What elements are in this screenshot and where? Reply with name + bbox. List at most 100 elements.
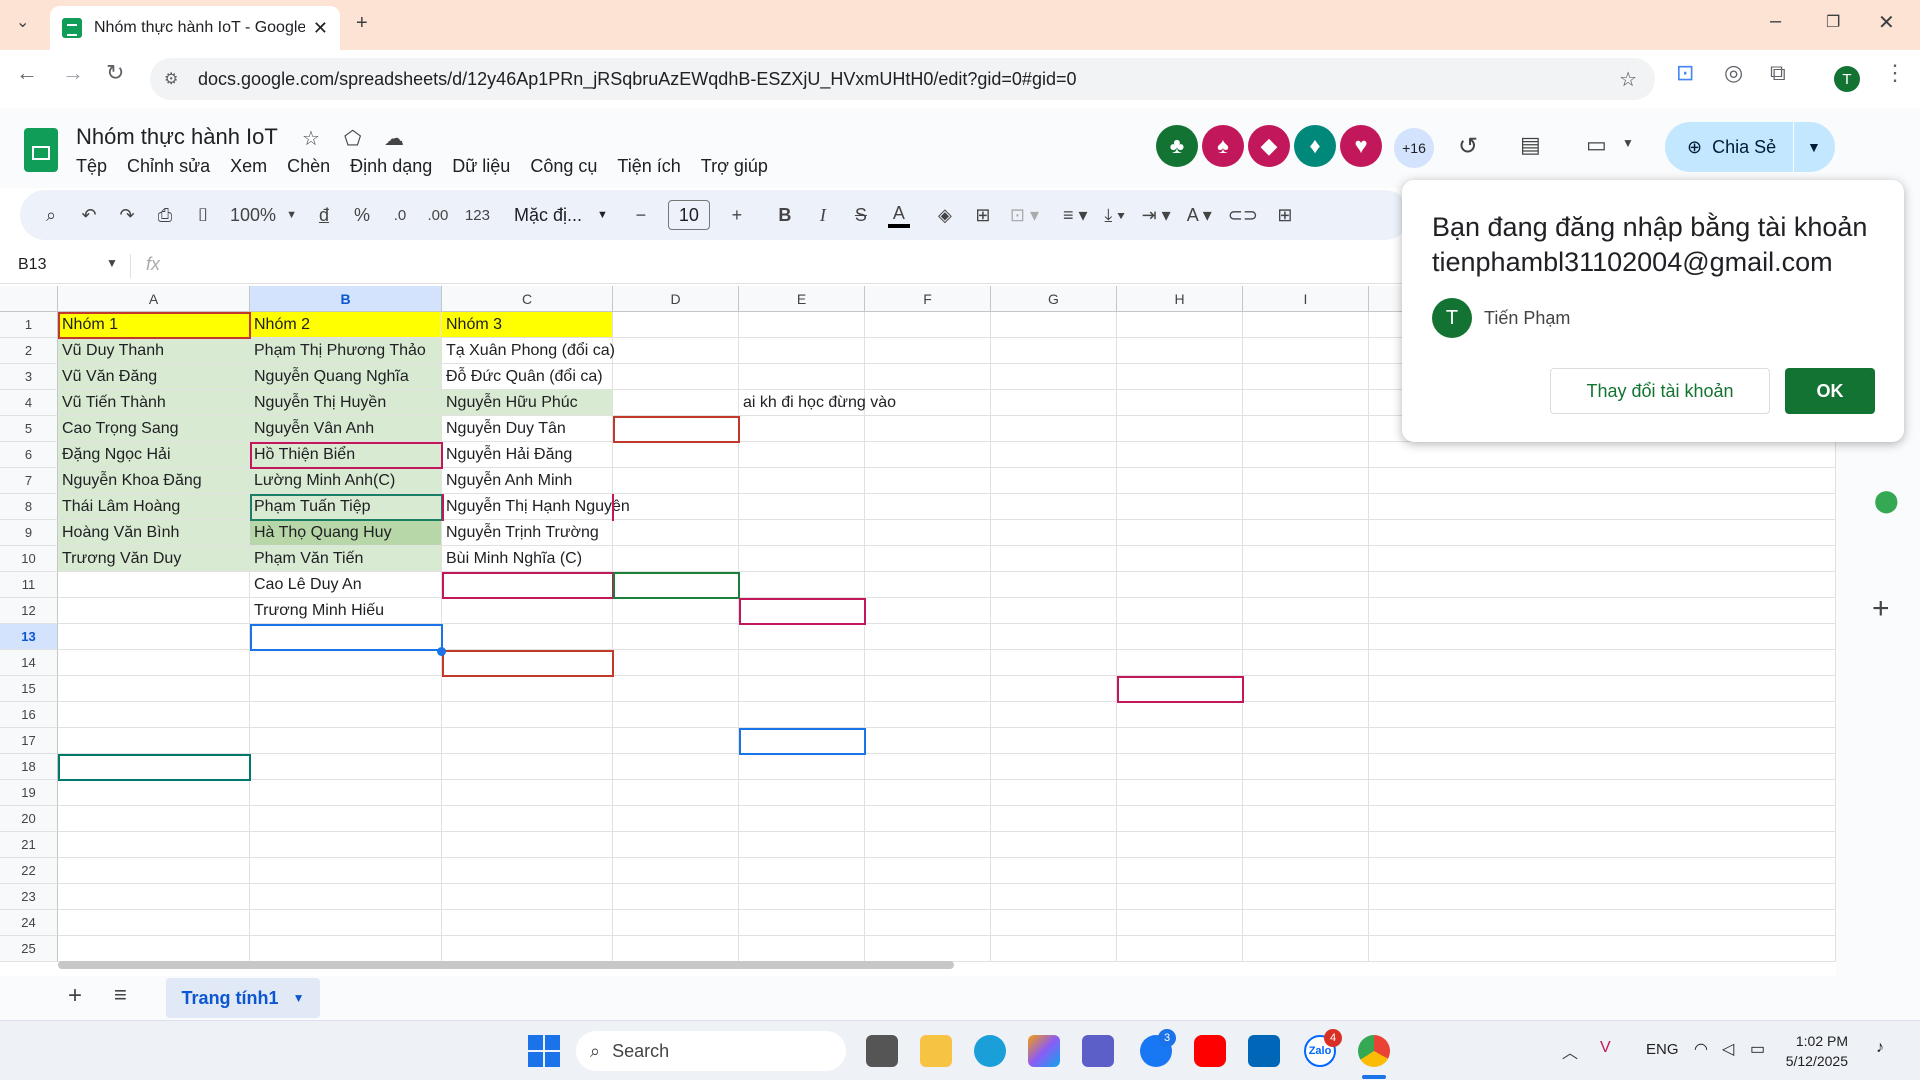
grid-cell[interactable]: [613, 910, 739, 936]
grid-cell[interactable]: [865, 624, 991, 650]
grid-cell[interactable]: [250, 728, 442, 754]
row-header[interactable]: 19: [0, 780, 58, 806]
grid-cell[interactable]: Hà Thọ Quang Huy: [250, 520, 442, 546]
menu-file[interactable]: Tệp: [76, 156, 107, 177]
grid-cell[interactable]: [991, 624, 1117, 650]
row-header[interactable]: 21: [0, 832, 58, 858]
grid-cell[interactable]: [865, 338, 991, 364]
grid-cell[interactable]: Nguyễn Vân Anh: [250, 416, 442, 442]
grid-cell[interactable]: [1117, 910, 1243, 936]
grid-cell[interactable]: [1243, 546, 1369, 572]
grid-cell[interactable]: [1369, 910, 1836, 936]
italic-icon[interactable]: I: [812, 205, 834, 226]
column-header[interactable]: B: [250, 286, 442, 312]
share-dropdown-icon[interactable]: ▼: [1807, 139, 1821, 155]
grid-cell[interactable]: [58, 910, 250, 936]
grid-cell[interactable]: Phạm Thị Phương Thảo: [250, 338, 442, 364]
grid-cell[interactable]: [1117, 416, 1243, 442]
language-indicator[interactable]: ENG: [1646, 1041, 1679, 1058]
grid-cell[interactable]: [739, 338, 865, 364]
grid-cell[interactable]: Vũ Duy Thanh: [58, 338, 250, 364]
grid-cell[interactable]: [865, 858, 991, 884]
grid-cell[interactable]: [1243, 624, 1369, 650]
extensions-puzzle-icon[interactable]: ⧉: [1770, 60, 1786, 86]
grid-cell[interactable]: [613, 598, 739, 624]
row-header[interactable]: 10: [0, 546, 58, 572]
grid-cell[interactable]: [739, 650, 865, 676]
sheets-logo[interactable]: [24, 128, 58, 172]
menu-help[interactable]: Trợ giúp: [701, 156, 768, 177]
grid-cell[interactable]: Nguyễn Quang Nghĩa: [250, 364, 442, 390]
grid-cell[interactable]: [991, 416, 1117, 442]
grid-cell[interactable]: [1243, 884, 1369, 910]
grid-cell[interactable]: [613, 832, 739, 858]
grid-cell[interactable]: [1117, 936, 1243, 962]
column-header[interactable]: C: [442, 286, 613, 312]
grid-cell[interactable]: [58, 702, 250, 728]
forward-icon[interactable]: →: [62, 60, 84, 86]
grid-cell[interactable]: [1243, 468, 1369, 494]
grid-cell[interactable]: [613, 754, 739, 780]
grid-cell[interactable]: [613, 520, 739, 546]
share-button[interactable]: ⊕ Chia Sẻ ▼: [1665, 122, 1835, 172]
grid-cell[interactable]: [865, 728, 991, 754]
grid-cell[interactable]: [1369, 858, 1836, 884]
grid-cell[interactable]: [442, 572, 613, 598]
row-header[interactable]: 4: [0, 390, 58, 416]
grid-cell[interactable]: [865, 910, 991, 936]
chevron-down-icon[interactable]: ▼: [293, 991, 305, 1005]
grid-cell[interactable]: [1243, 754, 1369, 780]
grid-cell[interactable]: [991, 312, 1117, 338]
back-icon[interactable]: ←: [16, 60, 38, 86]
task-view-icon[interactable]: [866, 1035, 898, 1067]
add-sheet-icon[interactable]: +: [68, 982, 82, 1010]
row-header[interactable]: 7: [0, 468, 58, 494]
grid-cell[interactable]: [613, 442, 739, 468]
grid-cell[interactable]: [991, 884, 1117, 910]
grid-cell[interactable]: [613, 728, 739, 754]
row-header[interactable]: 11: [0, 572, 58, 598]
collaborator-avatar[interactable]: ♥: [1340, 125, 1382, 167]
change-account-button[interactable]: Thay đổi tài khoản: [1550, 368, 1770, 414]
grid-cell[interactable]: [250, 702, 442, 728]
tab-close-icon[interactable]: ✕: [313, 18, 328, 39]
grid-cell[interactable]: [739, 806, 865, 832]
horizontal-scrollbar[interactable]: [58, 961, 954, 969]
grid-cell[interactable]: [58, 728, 250, 754]
grid-cell[interactable]: [1243, 598, 1369, 624]
grid-cell[interactable]: Lường Minh Anh(C): [250, 468, 442, 494]
wifi-icon[interactable]: ◠: [1694, 1039, 1708, 1059]
row-header[interactable]: 14: [0, 650, 58, 676]
grid-cell[interactable]: [991, 520, 1117, 546]
grid-cell[interactable]: Vũ Văn Đăng: [58, 364, 250, 390]
grid-cell[interactable]: [58, 754, 250, 780]
grid-cell[interactable]: [442, 754, 613, 780]
grid-cell[interactable]: [1117, 624, 1243, 650]
grid-cell[interactable]: [250, 624, 442, 650]
menu-insert[interactable]: Chèn: [287, 156, 330, 177]
grid-cell[interactable]: Trương Minh Hiếu: [250, 598, 442, 624]
grid-cell[interactable]: [250, 936, 442, 962]
row-header[interactable]: 1: [0, 312, 58, 338]
menu-edit[interactable]: Chỉnh sửa: [127, 156, 210, 177]
grid-cell[interactable]: [58, 884, 250, 910]
grid-cell[interactable]: [1117, 312, 1243, 338]
comments-icon[interactable]: ▤: [1520, 132, 1541, 158]
grid-cell[interactable]: [58, 572, 250, 598]
grid-cell[interactable]: [991, 364, 1117, 390]
grid-cell[interactable]: Thái Lâm Hoàng: [58, 494, 250, 520]
grid-cell[interactable]: [739, 858, 865, 884]
grid-cell[interactable]: [739, 572, 865, 598]
sheet-tab[interactable]: Trang tính1 ▼: [166, 978, 320, 1018]
grid-cell[interactable]: [442, 832, 613, 858]
menu-view[interactable]: Xem: [230, 156, 267, 177]
grid-cell[interactable]: [1117, 728, 1243, 754]
grid-cell[interactable]: [250, 832, 442, 858]
ok-button[interactable]: OK: [1785, 368, 1875, 414]
grid-cell[interactable]: [58, 780, 250, 806]
strikethrough-icon[interactable]: S: [850, 205, 872, 226]
grid-cell[interactable]: [1243, 312, 1369, 338]
grid-cell[interactable]: [739, 416, 865, 442]
grid-cell[interactable]: [1117, 546, 1243, 572]
grid-cell[interactable]: [613, 936, 739, 962]
